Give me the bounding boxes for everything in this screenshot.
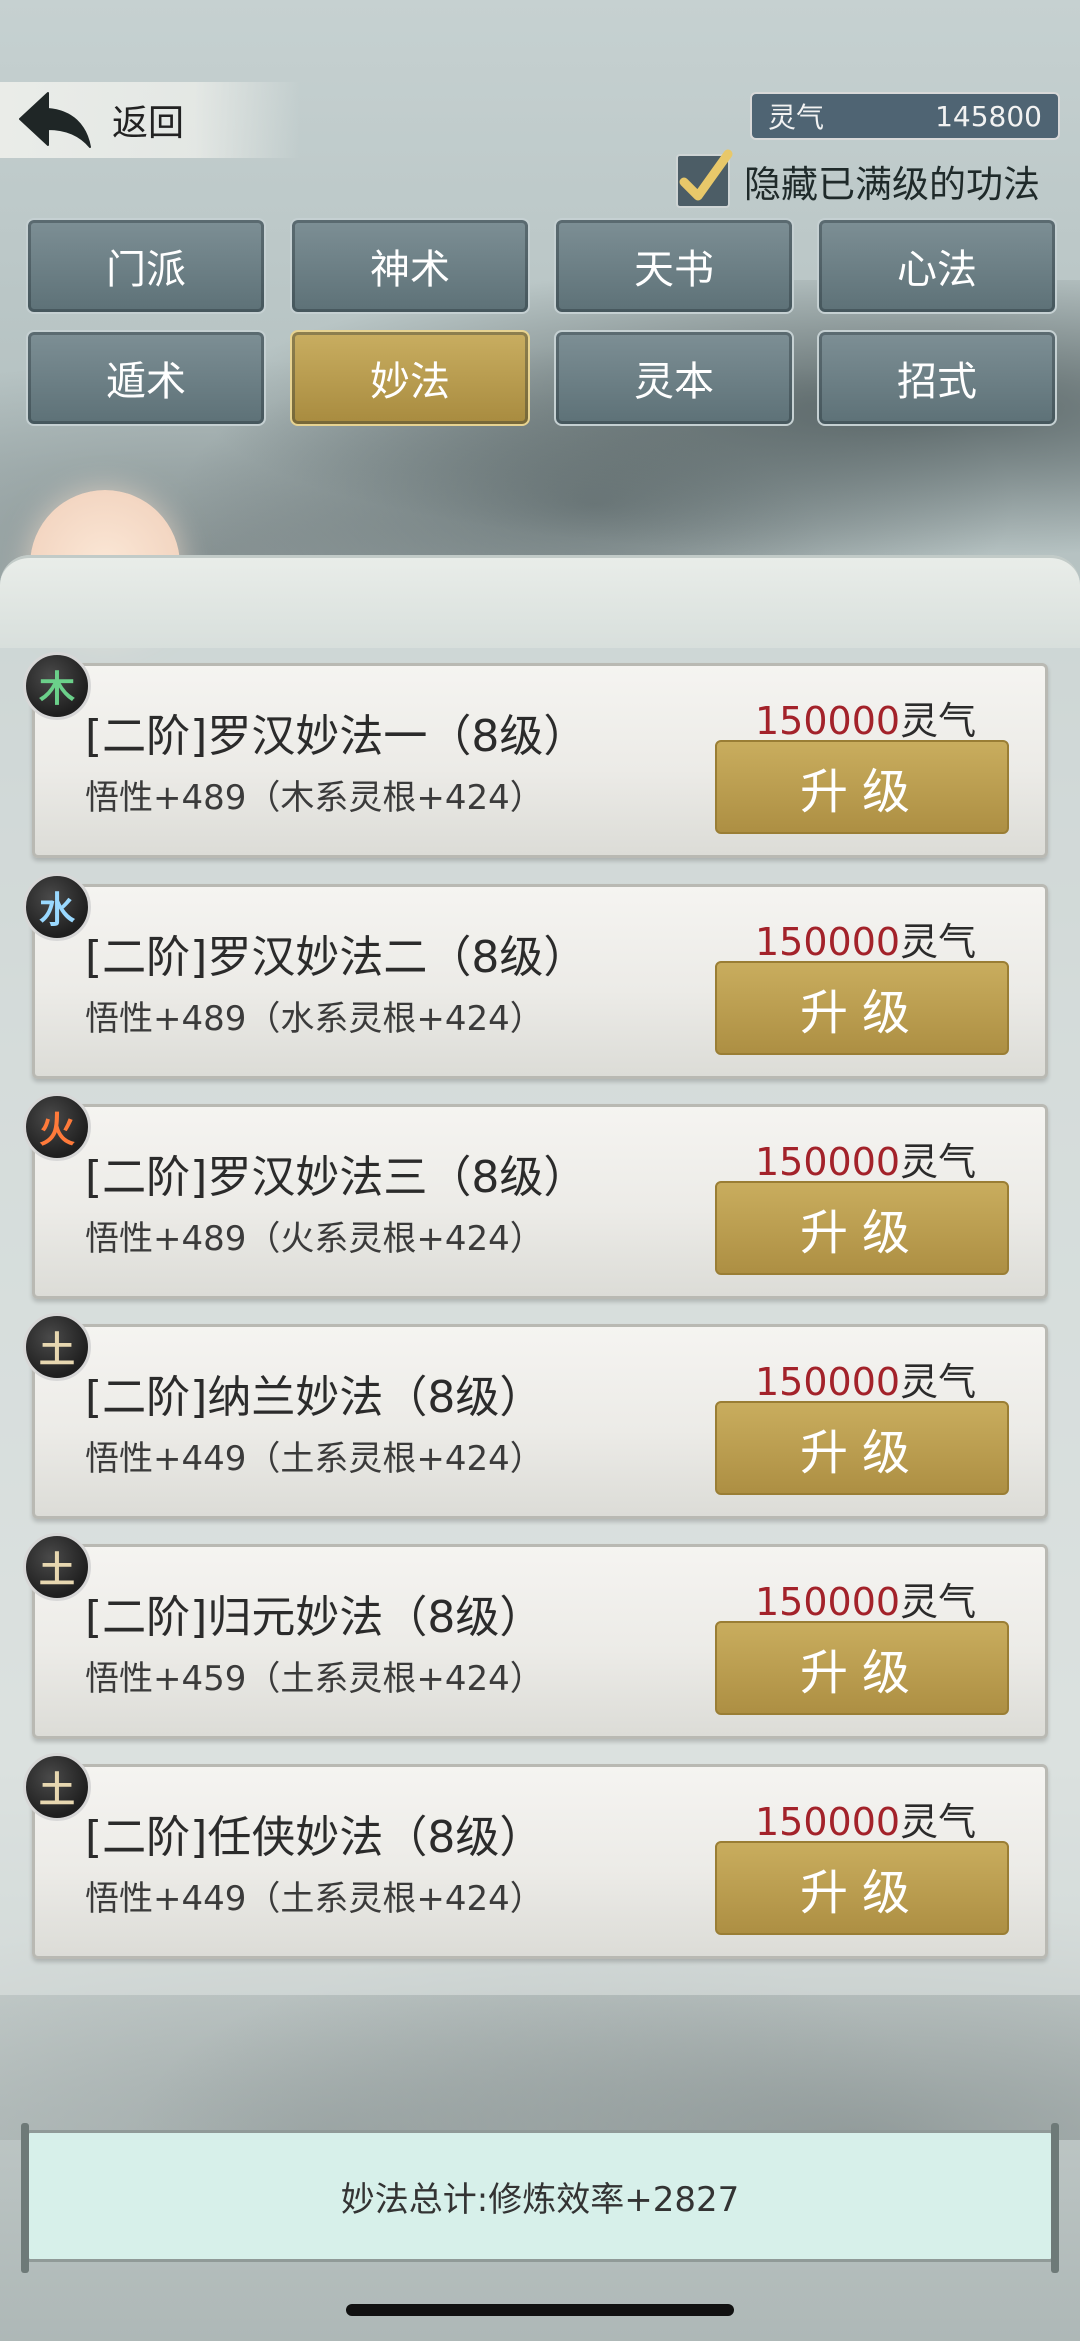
- hide-maxed-toggle[interactable]: 隐藏已满级的功法: [676, 149, 1040, 212]
- element-fire-icon: 火: [23, 1093, 91, 1161]
- summary-text: 妙法总计:修炼效率+2827: [340, 2179, 740, 2220]
- tab-xinfa[interactable]: 心法: [817, 218, 1057, 314]
- element-earth-icon: 土: [23, 1753, 91, 1821]
- item-cost: 150000灵气: [755, 1580, 977, 1624]
- element-water-icon: 水: [23, 873, 91, 941]
- item-cost: 150000灵气: [755, 699, 977, 743]
- hide-maxed-checkbox[interactable]: [676, 149, 733, 208]
- item-cost: 150000灵气: [755, 1140, 977, 1184]
- currency-value: 145800: [935, 99, 1042, 133]
- scroll-header-decoration: [0, 555, 1080, 648]
- item-title: [二阶]罗汉妙法二（8级）: [85, 932, 588, 983]
- currency-display: 灵气 145800: [750, 92, 1060, 140]
- summary-banner: 妙法总计:修炼效率+2827: [21, 2123, 1059, 2273]
- item-desc: 悟性+449（土系灵根+424）: [85, 1879, 544, 1919]
- upgrade-button[interactable]: 升级: [715, 1621, 1009, 1715]
- list-item: 土 [二阶]纳兰妙法（8级） 悟性+449（土系灵根+424） 150000灵气…: [23, 1313, 1048, 1519]
- tab-miaofa[interactable]: 妙法: [290, 330, 530, 426]
- item-title: [二阶]任侠妙法（8级）: [85, 1812, 544, 1863]
- tab-lingben[interactable]: 灵本: [554, 330, 794, 426]
- currency-label: 灵气: [768, 101, 825, 134]
- checkmark-icon: [679, 149, 733, 201]
- list-item: 火 [二阶]罗汉妙法三（8级） 悟性+489（火系灵根+424） 150000灵…: [23, 1093, 1048, 1299]
- item-desc: 悟性+489（木系灵根+424）: [85, 778, 544, 818]
- item-cost: 150000灵气: [755, 1800, 977, 1844]
- element-wood-icon: 木: [23, 652, 91, 720]
- hide-maxed-label: 隐藏已满级的功法: [744, 163, 1040, 206]
- element-earth-icon: 土: [23, 1533, 91, 1601]
- list-item: 土 [二阶]归元妙法（8级） 悟性+459（土系灵根+424） 150000灵气…: [23, 1533, 1048, 1739]
- upgrade-button[interactable]: 升级: [715, 1181, 1009, 1275]
- tab-zhaoshi[interactable]: 招式: [817, 330, 1057, 426]
- home-indicator[interactable]: [346, 2304, 734, 2316]
- item-title: [二阶]归元妙法（8级）: [85, 1592, 544, 1643]
- list-item: 水 [二阶]罗汉妙法二（8级） 悟性+489（水系灵根+424） 150000灵…: [23, 873, 1048, 1079]
- item-desc: 悟性+459（土系灵根+424）: [85, 1659, 544, 1699]
- item-title: [二阶]罗汉妙法三（8级）: [85, 1152, 588, 1203]
- item-title: [二阶]纳兰妙法（8级）: [85, 1372, 544, 1423]
- tab-tianshu[interactable]: 天书: [554, 218, 794, 314]
- tab-dunshu[interactable]: 遁术: [26, 330, 266, 426]
- back-arrow-icon: [19, 92, 91, 148]
- tab-shenshu[interactable]: 神术: [290, 218, 530, 314]
- item-cost: 150000灵气: [755, 920, 977, 964]
- item-desc: 悟性+489（火系灵根+424）: [85, 1219, 544, 1259]
- upgrade-button[interactable]: 升级: [715, 1841, 1009, 1935]
- back-label: 返回: [112, 103, 185, 144]
- item-title: [二阶]罗汉妙法一（8级）: [85, 711, 588, 762]
- item-cost: 150000灵气: [755, 1360, 977, 1404]
- upgrade-button[interactable]: 升级: [715, 740, 1009, 834]
- list-item: 木 [二阶]罗汉妙法一（8级） 悟性+489（木系灵根+424） 150000灵…: [23, 652, 1048, 858]
- upgrade-button[interactable]: 升级: [715, 961, 1009, 1055]
- upgrade-button[interactable]: 升级: [715, 1401, 1009, 1495]
- tab-menpai[interactable]: 门派: [26, 218, 266, 314]
- element-earth-icon: 土: [23, 1313, 91, 1381]
- item-desc: 悟性+449（土系灵根+424）: [85, 1439, 544, 1479]
- back-button[interactable]: 返回: [0, 82, 300, 158]
- item-desc: 悟性+489（水系灵根+424）: [85, 999, 544, 1039]
- list-item: 土 [二阶]任侠妙法（8级） 悟性+449（土系灵根+424） 150000灵气…: [23, 1753, 1048, 1959]
